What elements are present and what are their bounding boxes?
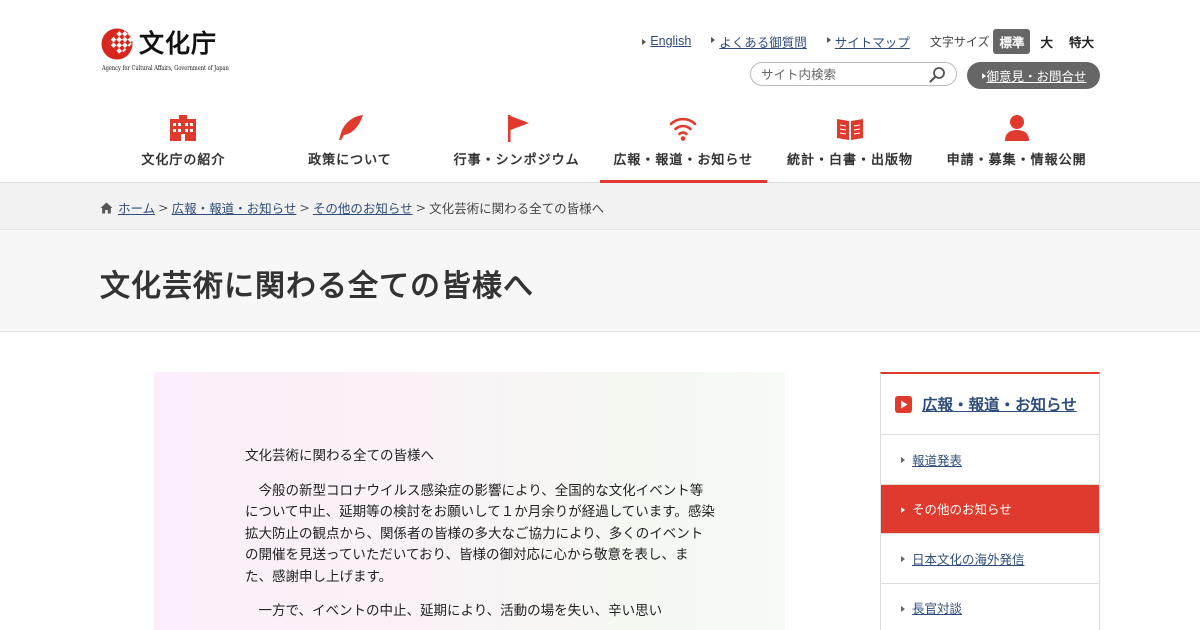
page-title: 文化芸術に関わる全ての皆様へ (100, 269, 534, 304)
gnav-label: 申請・募集・情報公開 (946, 153, 1087, 168)
search-icon[interactable] (929, 66, 946, 83)
font-size-large-button[interactable]: 大 (1034, 29, 1059, 54)
building-icon (170, 115, 197, 141)
english-link[interactable]: English (642, 34, 691, 48)
logo-mark-icon (101, 28, 133, 60)
breadcrumb-home-link[interactable]: ホーム (118, 198, 155, 217)
title-band: 文化芸術に関わる全ての皆様へ (0, 231, 1200, 332)
breadcrumb-separator: > (415, 200, 427, 215)
breadcrumb-news-link[interactable]: 広報・報道・お知らせ (172, 198, 297, 217)
gnav-label: 政策について (308, 153, 392, 168)
side-item-press-release[interactable]: 報道発表 (881, 435, 1099, 485)
letter-greeting: 文化芸術に関わる全ての皆様へ (245, 448, 434, 464)
search-input[interactable] (761, 66, 921, 83)
gnav-label: 行事・シンポジウム (453, 153, 580, 168)
gnav-item-events[interactable]: 行事・シンポジウム (433, 110, 600, 183)
person-icon (1004, 115, 1029, 141)
side-item-overseas[interactable]: 日本文化の海外発信 (881, 534, 1099, 584)
font-size-label: 文字サイズ (929, 34, 990, 49)
faq-link[interactable]: よくある御質問 (711, 32, 807, 51)
breadcrumb-separator: > (158, 200, 169, 215)
letter-image: 文化芸術に関わる全ての皆様へ 今般の新型コロナウイルス感染症の影響により、全国的… (154, 372, 785, 630)
site-logo[interactable]: 文化庁 Agency for Cultural Affairs, Governm… (101, 27, 246, 75)
side-item-commissioner-talk[interactable]: 長官対談 (881, 584, 1099, 630)
gnav-item-publications[interactable]: 統計・白書・出版物 (767, 110, 934, 183)
gnav-item-news[interactable]: 広報・報道・お知らせ (599, 110, 767, 183)
breadcrumb-other-news-link[interactable]: その他のお知らせ (313, 198, 413, 217)
logo-subtitle: Agency for Cultural Affairs, Government … (102, 64, 229, 72)
gnav-item-about[interactable]: 文化庁の紹介 (100, 110, 267, 183)
letter-paragraph: 一方で、イベントの中止、延期により、活動の場を失い、辛い思い (258, 603, 663, 619)
gnav-label: 広報・報道・お知らせ (613, 153, 754, 168)
gnav-item-applications[interactable]: 申請・募集・情報公開 (933, 110, 1100, 183)
breadcrumb-separator: > (299, 200, 310, 215)
side-nav: 広報・報道・お知らせ 報道発表 その他のお知らせ 日本文化の海外発信 長官対談 (880, 372, 1100, 630)
sitemap-link[interactable]: サイトマップ (826, 32, 910, 51)
home-icon (100, 202, 113, 213)
letter-paragraph: 今般の新型コロナウイルス感染症の影響により、全国的な文化イベント等について中止、… (245, 482, 715, 585)
site-search (750, 62, 957, 86)
site-header: 文化庁 Agency for Cultural Affairs, Governm… (0, 0, 1200, 183)
gnav-label: 文化庁の紹介 (141, 153, 226, 168)
breadcrumb-bar: ホーム > 広報・報道・お知らせ > その他のお知らせ > 文化芸術に関わる全て… (0, 183, 1200, 230)
logo-title: 文化庁 (139, 29, 218, 58)
gnav-item-policy[interactable]: 政策について (267, 110, 434, 183)
flag-icon (507, 115, 529, 142)
font-size-xlarge-button[interactable]: 特大 (1063, 29, 1100, 54)
quill-icon (338, 115, 363, 140)
breadcrumb: ホーム > 広報・報道・お知らせ > その他のお知らせ > 文化芸術に関わる全て… (100, 198, 604, 217)
book-icon (836, 119, 863, 140)
broadcast-icon (669, 117, 697, 141)
utility-links: English よくある御質問 サイトマップ 文字サイズ 標準 大 特大 (622, 28, 1100, 54)
opinion-button[interactable]: 御意見・お問合せ (967, 62, 1100, 89)
side-nav-heading-label: 広報・報道・お知らせ (922, 396, 1077, 414)
breadcrumb-current: 文化芸術に関わる全ての皆様へ (429, 201, 605, 216)
side-nav-heading[interactable]: 広報・報道・お知らせ (881, 374, 1099, 435)
font-size-standard-button[interactable]: 標準 (993, 28, 1031, 54)
play-square-icon (895, 395, 912, 413)
letter-body: 文化芸術に関わる全ての皆様へ 今般の新型コロナウイルス感染症の影響により、全国的… (245, 446, 715, 630)
gnav-label: 統計・白書・出版物 (786, 153, 913, 168)
opinion-button-label: 御意見・お問合せ (986, 69, 1087, 84)
global-nav: 文化庁の紹介 政策について 行事・シンポジウム 広報・報道・お知らせ 統計・白書… (100, 110, 1100, 183)
side-item-other-news[interactable]: その他のお知らせ (881, 484, 1099, 534)
